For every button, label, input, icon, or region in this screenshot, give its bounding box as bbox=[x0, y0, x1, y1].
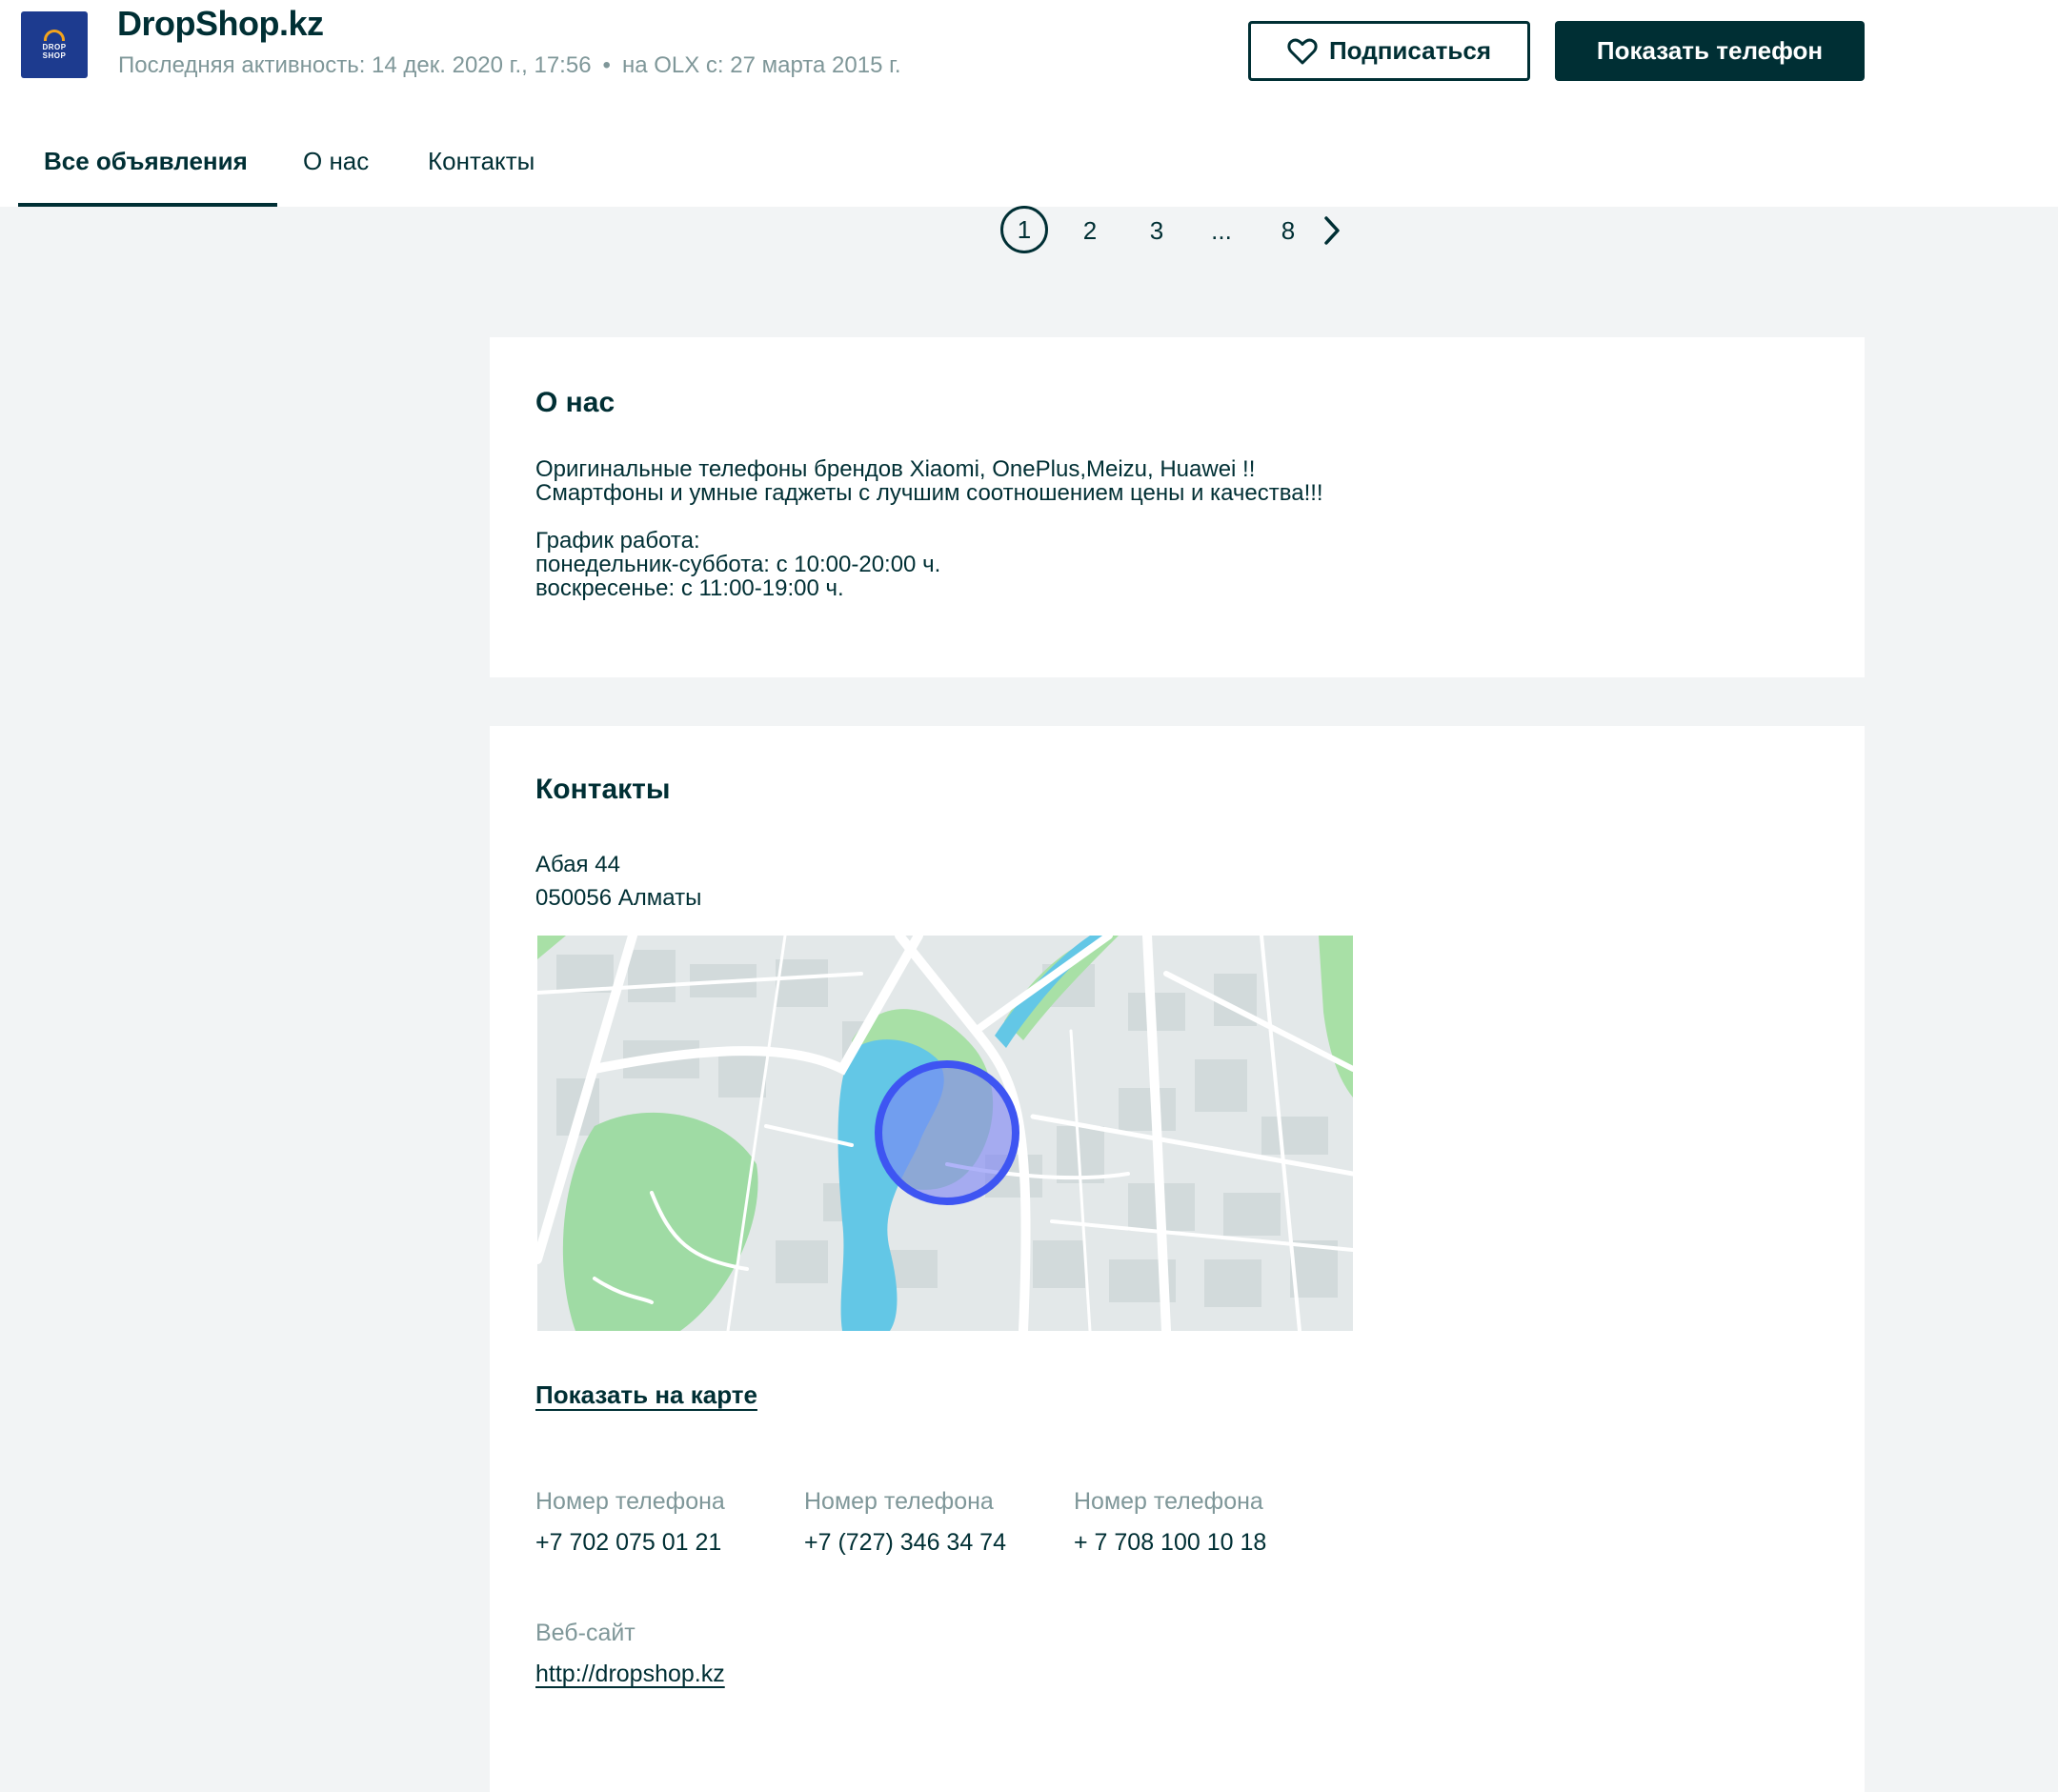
chevron-right-icon bbox=[1324, 216, 1340, 245]
tab-all-ads[interactable]: Все объявления bbox=[44, 147, 248, 176]
active-tab-indicator bbox=[18, 203, 277, 207]
phone-label: Номер телефона bbox=[804, 1488, 994, 1515]
next-page-button[interactable] bbox=[1307, 206, 1357, 255]
show-phone-button[interactable]: Показать телефон bbox=[1555, 21, 1865, 81]
address-city: 050056 Алматы bbox=[535, 885, 702, 911]
olx-since: на OLX с: 27 марта 2015 г. bbox=[621, 52, 901, 78]
phone-number[interactable]: +7 702 075 01 21 bbox=[535, 1529, 725, 1557]
about-card: О нас Оригинальные телефоны брендов Xiao… bbox=[490, 337, 1865, 677]
website-label: Веб-сайт bbox=[535, 1620, 636, 1646]
about-text: Оригинальные телефоны брендов Xiaomi, On… bbox=[535, 456, 1323, 601]
shop-logo[interactable]: DROP SHOP bbox=[21, 11, 88, 78]
website: Веб-сайт http://dropshop.kz bbox=[535, 1620, 725, 1688]
show-phone-label: Показать телефон bbox=[1596, 36, 1824, 65]
profile-header: DROP SHOP DropShop.kz Последняя активнос… bbox=[0, 0, 2058, 207]
phone-label: Номер телефона bbox=[1074, 1488, 1263, 1515]
map-image bbox=[537, 936, 1353, 1331]
location-radius bbox=[875, 1060, 1019, 1205]
logo-arc-icon bbox=[44, 30, 65, 41]
last-activity: Последняя активность: 14 дек. 2020 г., 1… bbox=[118, 52, 592, 78]
page-1[interactable]: 1 bbox=[1000, 206, 1048, 253]
website-link[interactable]: http://dropshop.kz bbox=[535, 1661, 725, 1688]
phone-number[interactable]: +7 (727) 346 34 74 bbox=[804, 1529, 1006, 1557]
phone-number[interactable]: + 7 708 100 10 18 bbox=[1074, 1529, 1266, 1557]
page-ellipsis: ... bbox=[1211, 215, 1232, 245]
page-3[interactable]: 3 bbox=[1132, 206, 1181, 255]
page: DROP SHOP DropShop.kz Последняя активнос… bbox=[0, 0, 2058, 1792]
phone-item: Номер телефона +7 (727) 346 34 74 bbox=[804, 1488, 1006, 1557]
about-title: О нас bbox=[535, 387, 615, 418]
address-street: Абая 44 bbox=[535, 852, 620, 877]
address: Абая 44 050056 Алматы bbox=[535, 848, 701, 915]
shop-name: DropShop.kz bbox=[117, 4, 324, 43]
follow-button-label: Подписаться bbox=[1328, 36, 1491, 65]
location-map[interactable] bbox=[537, 936, 1353, 1331]
contacts-card: Контакты Абая 44 050056 Алматы Показать … bbox=[490, 726, 1865, 1792]
contacts-title: Контакты bbox=[535, 774, 671, 805]
heart-icon bbox=[1287, 38, 1318, 64]
follow-button[interactable]: Подписаться bbox=[1248, 21, 1530, 81]
meta-bullet: • bbox=[602, 52, 611, 78]
phone-item: Номер телефона + 7 708 100 10 18 bbox=[1074, 1488, 1266, 1557]
page-2[interactable]: 2 bbox=[1065, 206, 1115, 255]
show-on-map-link[interactable]: Показать на карте bbox=[535, 1380, 757, 1410]
tab-contacts[interactable]: Контакты bbox=[428, 147, 535, 176]
phone-item: Номер телефона +7 702 075 01 21 bbox=[535, 1488, 725, 1557]
phone-label: Номер телефона bbox=[535, 1488, 725, 1515]
tab-about[interactable]: О нас bbox=[303, 147, 369, 176]
shop-meta: Последняя активность: 14 дек. 2020 г., 1… bbox=[118, 52, 901, 79]
page-8[interactable]: 8 bbox=[1263, 206, 1313, 255]
logo-text: DROP SHOP bbox=[42, 43, 67, 60]
